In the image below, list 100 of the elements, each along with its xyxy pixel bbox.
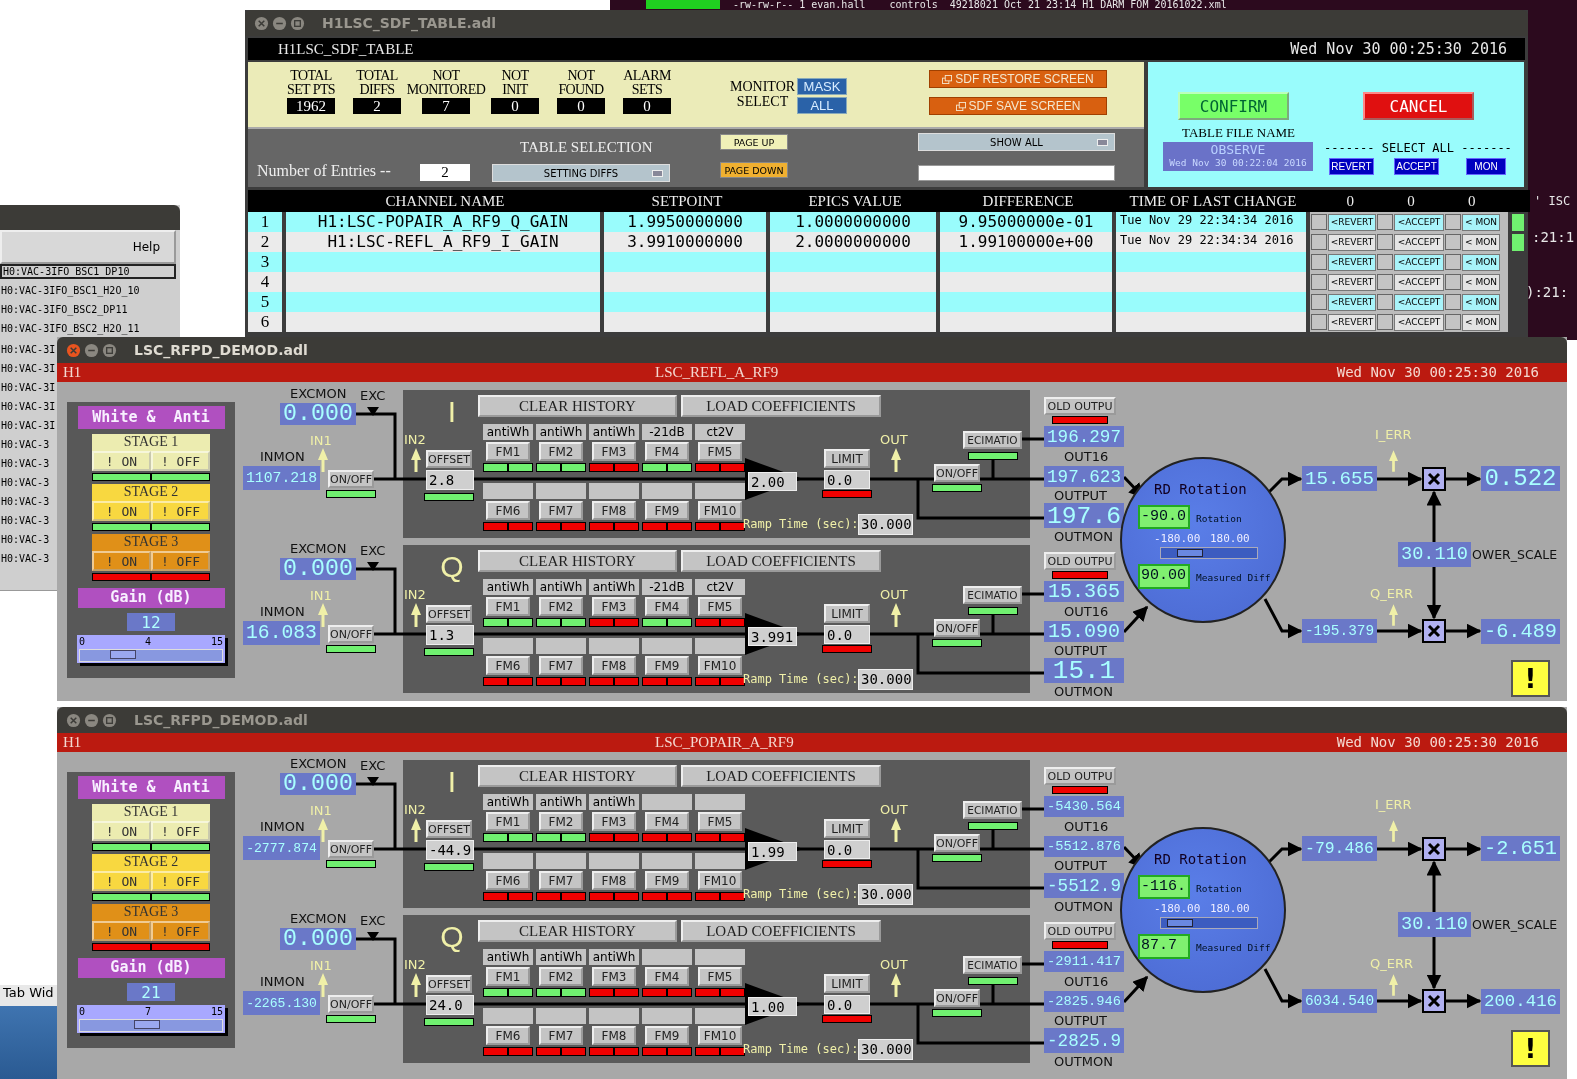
gain-field[interactable]: 1.99 xyxy=(748,842,797,861)
slider-thumb[interactable] xyxy=(1176,549,1203,557)
list-item[interactable]: H0:VAC-3IFO_BSC2_H2O_11 xyxy=(0,321,176,336)
filter-button[interactable]: FM9 xyxy=(645,501,689,520)
output-switch[interactable]: ON/OFF xyxy=(934,834,980,852)
checkbox[interactable] xyxy=(1311,294,1327,310)
select-all-button[interactable]: ACCEPT xyxy=(1394,158,1439,175)
row-action-button[interactable]: < MON xyxy=(1462,233,1500,251)
filter-button[interactable]: FM1 xyxy=(486,812,530,831)
filter-button[interactable]: FM5 xyxy=(698,442,742,461)
offset-button[interactable]: OFFSET xyxy=(426,450,472,468)
filter-button[interactable]: FM9 xyxy=(645,1026,689,1045)
filter-button[interactable]: FM2 xyxy=(539,442,583,461)
offset-field[interactable]: 24.0 xyxy=(426,995,474,1015)
filter-button[interactable]: FM1 xyxy=(486,597,530,616)
decimation-button[interactable]: ECIMATIO xyxy=(963,801,1022,819)
filter-button[interactable]: FM10 xyxy=(698,501,742,520)
filter-button[interactable]: FM2 xyxy=(539,812,583,831)
filter-button[interactable]: FM4 xyxy=(645,597,689,616)
list-item[interactable]: H0:VAC-3I xyxy=(0,344,56,363)
stage-on-button[interactable]: ! ON xyxy=(92,551,151,571)
checkbox[interactable] xyxy=(1377,214,1393,230)
checkbox[interactable] xyxy=(1311,314,1327,330)
filter-button[interactable]: FM2 xyxy=(539,967,583,986)
list-item[interactable]: H0:VAC-3 xyxy=(0,496,56,515)
minimize-icon[interactable] xyxy=(84,712,99,728)
input-switch[interactable]: ON/OFF xyxy=(328,470,374,488)
offset-button[interactable]: OFFSET xyxy=(426,975,472,993)
offset-field[interactable]: -44.9 xyxy=(426,840,474,860)
gain-field[interactable]: 1.00 xyxy=(748,997,797,1016)
alarm-button[interactable]: ! xyxy=(1511,660,1550,697)
stage-on-button[interactable]: ! ON xyxy=(92,871,151,891)
filter-field[interactable] xyxy=(918,165,1115,181)
offset-button[interactable]: OFFSET xyxy=(426,605,472,623)
decimation-button[interactable]: ECIMATIO xyxy=(963,431,1022,449)
load-coefficients-button[interactable]: LOAD COEFFICIENTS xyxy=(681,395,881,417)
alarm-button[interactable]: ! xyxy=(1511,1030,1550,1067)
page-button[interactable]: PAGE UP xyxy=(720,134,788,150)
filter-button[interactable]: FM3 xyxy=(592,967,636,986)
clear-history-button[interactable]: CLEAR HISTORY xyxy=(478,765,677,787)
filter-button[interactable]: FM4 xyxy=(645,812,689,831)
checkbox[interactable] xyxy=(1377,314,1393,330)
stage-off-button[interactable]: ! OFF xyxy=(151,551,210,571)
output-switch[interactable]: ON/OFF xyxy=(934,464,980,482)
limit-field[interactable]: 0.0 xyxy=(824,625,870,644)
input-switch[interactable]: ON/OFF xyxy=(328,840,374,858)
decimation-button[interactable]: ECIMATIO xyxy=(963,956,1022,974)
filter-button[interactable]: FM8 xyxy=(592,871,636,890)
row-action-button[interactable]: <REVERT xyxy=(1328,253,1376,271)
slider-thumb[interactable] xyxy=(109,650,136,659)
list-item[interactable]: H0:VAC-3 xyxy=(0,439,56,458)
input-switch[interactable]: ON/OFF xyxy=(328,625,374,643)
clear-history-button[interactable]: CLEAR HISTORY xyxy=(478,920,677,942)
filter-button[interactable]: FM7 xyxy=(539,871,583,890)
ramp-field[interactable]: 30.000 xyxy=(858,884,913,905)
filter-button[interactable]: FM5 xyxy=(698,967,742,986)
clear-history-button[interactable]: CLEAR HISTORY xyxy=(478,395,677,417)
checkbox[interactable] xyxy=(1377,274,1393,290)
checkbox[interactable] xyxy=(1445,314,1461,330)
filter-button[interactable]: FM1 xyxy=(486,967,530,986)
checkbox[interactable] xyxy=(1377,294,1393,310)
hold-output-button[interactable]: OLD OUTPU xyxy=(1044,922,1116,940)
row-action-button[interactable]: <REVERT xyxy=(1328,293,1376,311)
stage-off-button[interactable]: ! OFF xyxy=(151,821,210,841)
checkbox[interactable] xyxy=(1311,214,1327,230)
list-item[interactable]: H0:VAC-3I xyxy=(0,401,56,420)
limit-field[interactable]: 0.0 xyxy=(824,840,870,859)
stage-off-button[interactable]: ! OFF xyxy=(151,501,210,521)
filter-button[interactable]: FM7 xyxy=(539,1026,583,1045)
load-coefficients-button[interactable]: LOAD COEFFICIENTS xyxy=(681,920,881,942)
filter-button[interactable]: FM3 xyxy=(592,597,636,616)
maximize-icon[interactable] xyxy=(102,712,117,728)
list-item[interactable]: H0:VAC-3I xyxy=(0,420,56,439)
filter-button[interactable]: FM1 xyxy=(486,442,530,461)
filter-button[interactable]: FM5 xyxy=(698,597,742,616)
ramp-field[interactable]: 30.000 xyxy=(858,514,913,535)
rotation-field[interactable]: -116. xyxy=(1138,875,1190,899)
filter-button[interactable]: FM9 xyxy=(645,871,689,890)
filter-button[interactable]: FM5 xyxy=(698,812,742,831)
row-action-button[interactable]: <ACCEPT xyxy=(1394,253,1444,271)
row-action-button[interactable]: < MON xyxy=(1462,293,1500,311)
decimation-button[interactable]: ECIMATIO xyxy=(963,586,1022,604)
list-item[interactable]: H0:VAC-3IFO_BSC2_DP11 xyxy=(0,302,176,317)
ramp-field[interactable]: 30.000 xyxy=(858,1039,913,1060)
filter-button[interactable]: FM8 xyxy=(592,501,636,520)
output-switch[interactable]: ON/OFF xyxy=(934,989,980,1007)
slider-thumb[interactable] xyxy=(133,1020,160,1029)
checkbox[interactable] xyxy=(1311,254,1327,270)
list-item[interactable]: H0:VAC-3 xyxy=(0,477,56,496)
checkbox[interactable] xyxy=(1445,254,1461,270)
limit-button[interactable]: LIMIT xyxy=(824,819,870,838)
checkbox[interactable] xyxy=(1377,234,1393,250)
input-switch[interactable]: ON/OFF xyxy=(328,995,374,1013)
minimize-icon[interactable] xyxy=(84,342,99,358)
filter-button[interactable]: FM10 xyxy=(698,1026,742,1045)
maximize-icon[interactable] xyxy=(290,15,305,31)
filter-button[interactable]: FM10 xyxy=(698,871,742,890)
ramp-field[interactable]: 30.000 xyxy=(858,669,913,690)
stage-off-button[interactable]: ! OFF xyxy=(151,451,210,471)
minimize-icon[interactable] xyxy=(272,15,287,31)
